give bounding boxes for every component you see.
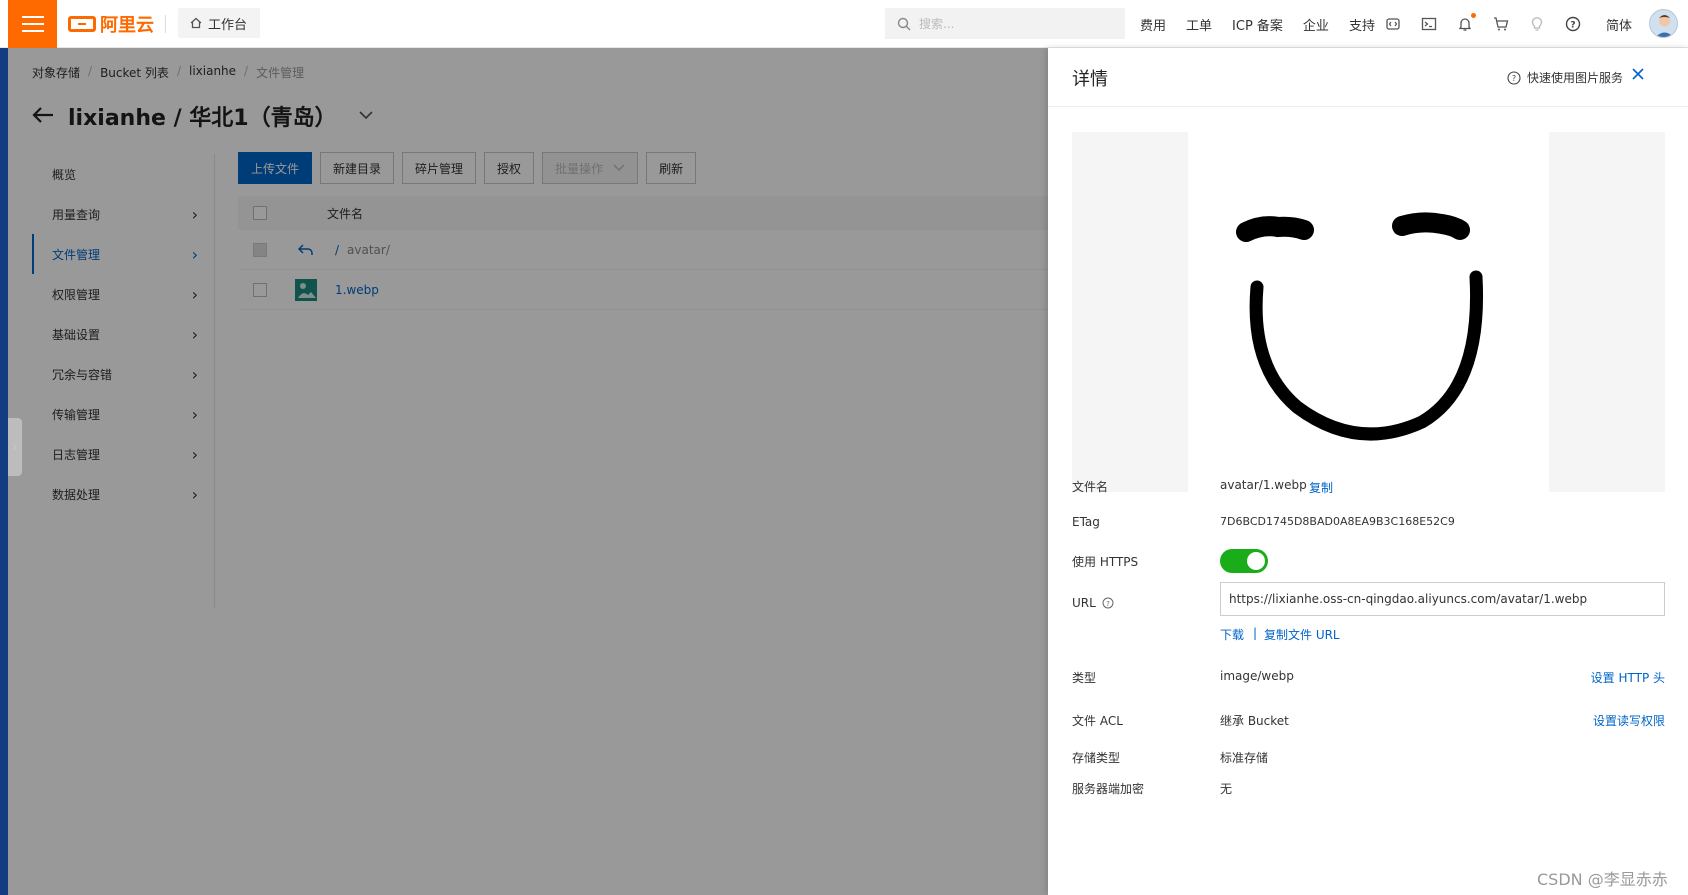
panel-title: 详情: [1072, 69, 1108, 90]
user-avatar[interactable]: [1649, 9, 1678, 38]
app-icon[interactable]: [1384, 15, 1402, 33]
label-storage: 存储类型: [1072, 751, 1121, 765]
help-icon[interactable]: ?: [1102, 597, 1114, 609]
detail-panel: 详情 ? 快速使用图片服务 文件名 avatar/1.webp 复制 ETag …: [1048, 48, 1688, 895]
lightbulb-icon[interactable]: [1528, 15, 1546, 33]
download-link[interactable]: 下载: [1220, 626, 1244, 643]
smiley-face-image: [1236, 212, 1484, 441]
csdn-watermark: CSDN @李显赤赤: [1537, 870, 1668, 889]
set-http-header-link[interactable]: 设置 HTTP 头: [1591, 669, 1665, 686]
value-encryption: 无: [1220, 782, 1233, 796]
aliyun-logo[interactable]: 阿里云: [68, 12, 154, 36]
value-type: image/webp: [1220, 669, 1294, 683]
panel-header: 详情 ? 快速使用图片服务: [1048, 48, 1688, 107]
language-switch[interactable]: 简体: [1606, 0, 1632, 48]
label-etag: ETag: [1072, 515, 1100, 529]
label-filename: 文件名: [1072, 480, 1109, 494]
nav-billing[interactable]: 费用: [1140, 15, 1166, 34]
aliyun-logo-icon: [68, 16, 96, 32]
divider: [165, 15, 166, 33]
https-toggle[interactable]: [1220, 549, 1268, 573]
copy-url-link[interactable]: 复制文件 URL: [1264, 626, 1340, 643]
value-storage: 标准存储: [1220, 751, 1269, 765]
set-acl-link[interactable]: 设置读写权限: [1593, 712, 1665, 729]
top-nav: 费用 工单 ICP 备案 企业 支持: [1140, 0, 1375, 48]
svg-text:?: ?: [1106, 600, 1110, 608]
url-field[interactable]: https://lixianhe.oss-cn-qingdao.aliyuncs…: [1220, 582, 1665, 616]
top-icons: ?: [1384, 0, 1582, 48]
workbench-label: 工作台: [208, 17, 248, 33]
hamburger-menu-button[interactable]: [8, 0, 57, 48]
value-filename: avatar/1.webp: [1220, 478, 1307, 492]
workbench-button[interactable]: 工作台: [178, 8, 260, 38]
copy-filename-link[interactable]: 复制: [1309, 479, 1333, 496]
search-box[interactable]: 搜索...: [885, 8, 1125, 39]
terminal-icon[interactable]: [1420, 15, 1438, 33]
top-bar: 阿里云 工作台 搜索... 费用 工单 ICP 备案 企业 支持 ? 简体: [0, 0, 1688, 48]
help-icon[interactable]: ?: [1564, 15, 1582, 33]
label-encryption: 服务器端加密: [1072, 782, 1145, 796]
label-https: 使用 HTTPS: [1072, 555, 1139, 569]
search-icon: [897, 17, 911, 30]
home-icon: [190, 17, 202, 29]
svg-text:?: ?: [1512, 74, 1516, 83]
nav-icp[interactable]: ICP 备案: [1232, 15, 1283, 34]
sidebar-collapse-handle[interactable]: ›: [8, 418, 22, 476]
label-type: 类型: [1072, 671, 1097, 685]
label-acl: 文件 ACL: [1072, 714, 1123, 728]
modal-overlay[interactable]: [0, 48, 1048, 895]
close-icon[interactable]: [1631, 62, 1645, 86]
nav-enterprise[interactable]: 企业: [1303, 15, 1329, 34]
bell-icon[interactable]: [1456, 13, 1476, 33]
cart-icon[interactable]: [1492, 15, 1510, 33]
value-etag: 7D6BCD1745D8BAD0A8EA9B3C168E52C9: [1220, 515, 1455, 528]
nav-support[interactable]: 支持: [1349, 15, 1375, 34]
help-icon: ?: [1507, 70, 1521, 85]
label-url: URL ?: [1072, 596, 1114, 610]
search-placeholder: 搜索...: [919, 17, 955, 31]
svg-text:?: ?: [1570, 21, 1575, 31]
url-value: https://lixianhe.oss-cn-qingdao.aliyuncs…: [1229, 592, 1588, 606]
logo-text: 阿里云: [100, 15, 154, 36]
image-preview: [1072, 132, 1665, 492]
label-url-text: URL: [1072, 596, 1096, 610]
quick-image-service-link[interactable]: ? 快速使用图片服务: [1507, 69, 1623, 86]
value-acl: 继承 Bucket: [1220, 714, 1289, 728]
nav-ticket[interactable]: 工单: [1186, 15, 1212, 34]
notification-dot: [1471, 13, 1476, 18]
link-separator: |: [1253, 626, 1258, 640]
quick-link-label: 快速使用图片服务: [1527, 71, 1624, 85]
